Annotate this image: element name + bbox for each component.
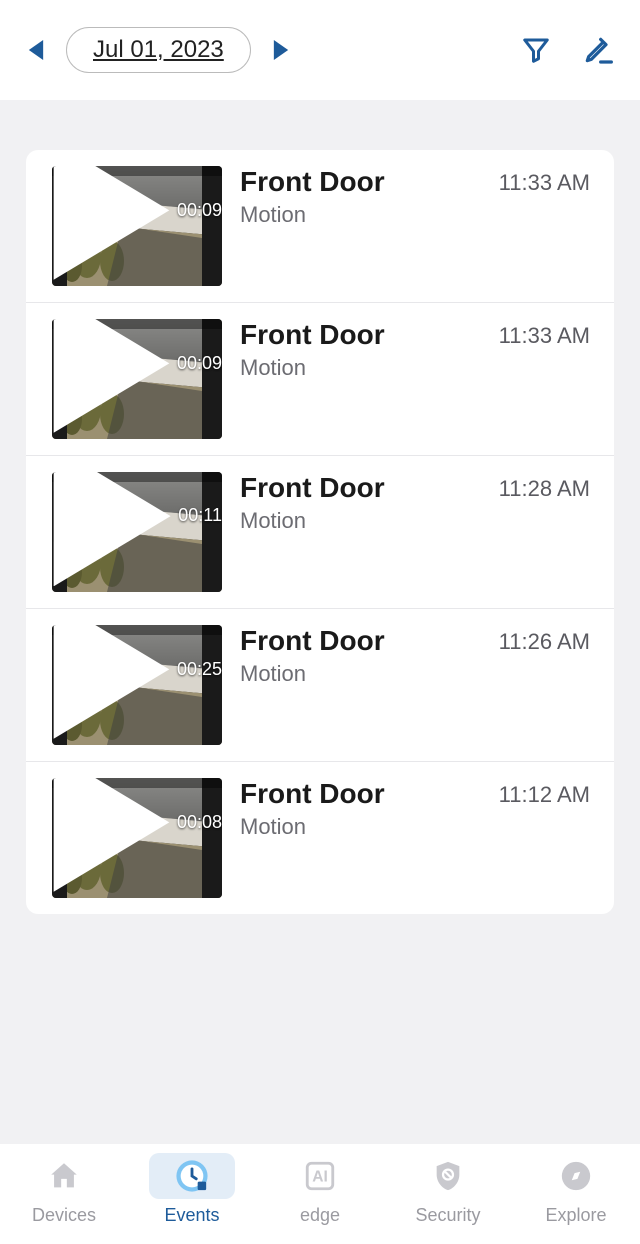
- prev-day-button[interactable]: [24, 38, 48, 62]
- thumbnail-duration-overlay: 00:11: [52, 472, 222, 586]
- events-list: eufy 00:09 Front Door Motion 11:33 AM: [26, 150, 614, 914]
- ai-icon: AI: [303, 1159, 337, 1193]
- chevron-right-icon: [273, 40, 289, 60]
- event-row[interactable]: eufy 00:09 Front Door Motion 11:33 AM: [26, 303, 614, 456]
- event-type: Motion: [240, 202, 499, 228]
- event-type: Motion: [240, 508, 499, 534]
- event-type: Motion: [240, 814, 499, 840]
- nav-explore[interactable]: Explore: [533, 1153, 619, 1226]
- bottom-nav: Devices Events AI edge Security Explore: [0, 1144, 640, 1244]
- nav-events[interactable]: Events: [149, 1153, 235, 1226]
- event-camera-name: Front Door: [240, 778, 499, 810]
- thumbnail-duration: 00:08: [177, 812, 222, 833]
- play-icon: [52, 319, 171, 433]
- event-row[interactable]: eufy 00:09 Front Door Motion 11:33 AM: [26, 150, 614, 303]
- nav-label: Events: [164, 1205, 219, 1226]
- event-time: 11:28 AM: [499, 472, 590, 502]
- nav-edge[interactable]: AI edge: [277, 1153, 363, 1226]
- event-row[interactable]: eufy 00:08 Front Door Motion 11:12 AM: [26, 762, 614, 914]
- thumbnail-duration: 00:25: [177, 659, 222, 680]
- event-thumbnail[interactable]: eufy 00:08: [52, 778, 222, 898]
- thumbnail-duration-overlay: 00:25: [52, 625, 222, 739]
- event-camera-name: Front Door: [240, 166, 499, 198]
- event-thumbnail[interactable]: eufy 00:11: [52, 472, 222, 592]
- edit-button[interactable]: [580, 32, 616, 68]
- date-selector[interactable]: Jul 01, 2023: [66, 27, 251, 73]
- event-row[interactable]: eufy 00:11 Front Door Motion 11:28 AM: [26, 456, 614, 609]
- nav-label: Explore: [545, 1205, 606, 1226]
- event-type: Motion: [240, 355, 499, 381]
- event-camera-name: Front Door: [240, 319, 499, 351]
- filter-icon: [521, 35, 551, 65]
- event-time: 11:26 AM: [499, 625, 590, 655]
- nav-label: edge: [300, 1205, 340, 1226]
- event-info: Front Door Motion: [222, 625, 499, 687]
- thumbnail-duration-overlay: 00:09: [52, 166, 222, 280]
- event-info: Front Door Motion: [222, 166, 499, 228]
- event-time: 11:33 AM: [499, 166, 590, 196]
- nav-security[interactable]: Security: [405, 1153, 491, 1226]
- thumbnail-duration: 00:11: [178, 505, 222, 526]
- event-type: Motion: [240, 661, 499, 687]
- svg-text:AI: AI: [312, 1168, 328, 1185]
- event-camera-name: Front Door: [240, 472, 499, 504]
- event-time: 11:12 AM: [499, 778, 590, 808]
- play-icon: [52, 778, 171, 892]
- nav-label: Devices: [32, 1205, 96, 1226]
- event-thumbnail[interactable]: eufy 00:09: [52, 319, 222, 439]
- compass-icon: [559, 1159, 593, 1193]
- event-info: Front Door Motion: [222, 472, 499, 534]
- nav-devices[interactable]: Devices: [21, 1153, 107, 1226]
- thumbnail-duration-overlay: 00:09: [52, 319, 222, 433]
- play-icon: [52, 166, 171, 280]
- date-navigator: Jul 01, 2023: [24, 27, 293, 73]
- shield-icon: [431, 1159, 465, 1193]
- thumbnail-duration: 00:09: [177, 353, 222, 374]
- event-thumbnail[interactable]: eufy 00:09: [52, 166, 222, 286]
- event-info: Front Door Motion: [222, 778, 499, 840]
- event-camera-name: Front Door: [240, 625, 499, 657]
- next-day-button[interactable]: [269, 38, 293, 62]
- home-icon: [47, 1159, 81, 1193]
- nav-label: Security: [415, 1205, 480, 1226]
- clock-icon: [175, 1159, 209, 1193]
- chevron-left-icon: [28, 40, 44, 60]
- play-icon: [52, 472, 172, 586]
- filter-button[interactable]: [518, 32, 554, 68]
- top-bar: Jul 01, 2023: [0, 0, 640, 100]
- play-icon: [52, 625, 171, 739]
- thumbnail-duration-overlay: 00:08: [52, 778, 222, 892]
- event-thumbnail[interactable]: eufy 00:25: [52, 625, 222, 745]
- event-info: Front Door Motion: [222, 319, 499, 381]
- thumbnail-duration: 00:09: [177, 200, 222, 221]
- event-row[interactable]: eufy 00:25 Front Door Motion 11:26 AM: [26, 609, 614, 762]
- edit-icon: [582, 34, 614, 66]
- event-time: 11:33 AM: [499, 319, 590, 349]
